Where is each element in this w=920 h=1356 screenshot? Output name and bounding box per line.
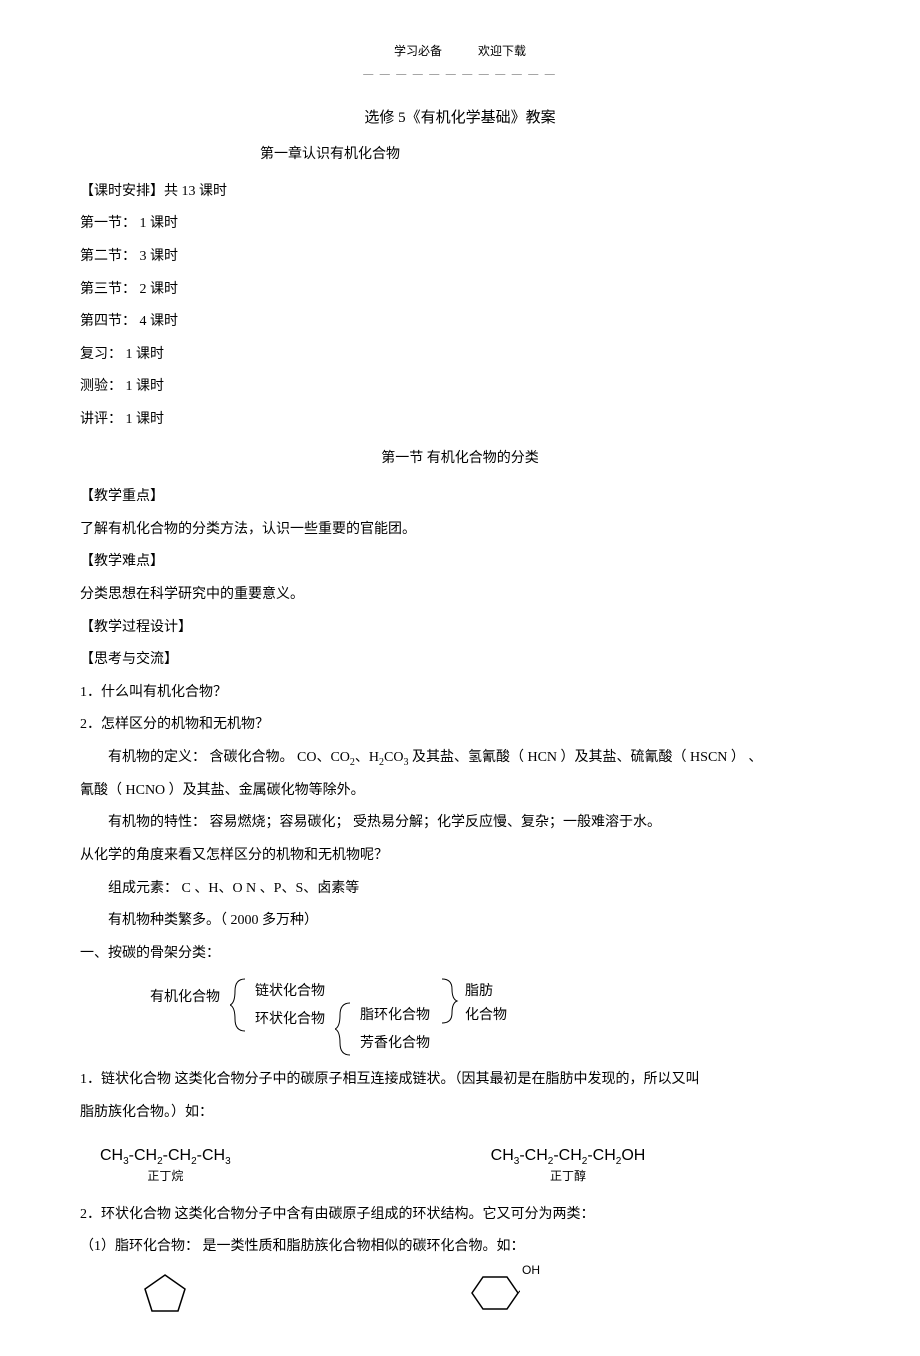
oh-label: OH (522, 1259, 540, 1282)
formula-row: CH3-CH2-CH2-CH3 正丁烷 CH3-CH2-CH2-CH2OH 正丁… (80, 1141, 840, 1188)
schedule-item: 测验： 1 课时 (80, 374, 840, 401)
cls-chain: 链状化合物 (255, 979, 325, 1006)
section-title: 第一节 有机化合物的分类 (80, 446, 840, 473)
teaching-focus-heading: 【教学重点】 (80, 484, 840, 511)
brace-icon (335, 1001, 355, 1057)
category-1-heading: 一、按碳的骨架分类： (80, 941, 840, 968)
shapes-row: OH (140, 1271, 840, 1316)
header-left: 学习必备 (394, 44, 442, 58)
cls-fat-2: 化合物 (465, 1003, 507, 1030)
cls-aromatic: 芳香化合物 (360, 1031, 430, 1058)
question-2: 2．怎样区分的机物和无机物？ (80, 712, 840, 739)
classification-diagram: 有机化合物 链状化合物 环状化合物 脂环化合物 芳香化合物 脂肪 化合物 (150, 977, 840, 1057)
schedule-item: 复习： 1 课时 (80, 342, 840, 369)
chapter-title: 第一章认识有机化合物 (260, 142, 840, 169)
cls-fat-1: 脂肪 (465, 979, 493, 1006)
header-underline: — — — — — — — — — — — — (80, 65, 840, 84)
schedule-item: 第二节： 3 课时 (80, 244, 840, 271)
properties-line: 有机物的特性： 容易燃烧；容易碳化； 受热易分解；化学反应慢、复杂；一般难溶于水… (80, 810, 840, 837)
schedule-item: 第一节： 1 课时 (80, 211, 840, 238)
schedule-item: 讲评： 1 课时 (80, 407, 840, 434)
document-title: 选修 5《有机化学基础》教案 (80, 104, 840, 133)
butanol-formula: CH3-CH2-CH2-CH2OH 正丁醇 (491, 1141, 646, 1188)
cls-root: 有机化合物 (150, 985, 220, 1012)
teaching-process-heading: 【教学过程设计】 (80, 615, 840, 642)
butane-formula: CH3-CH2-CH2-CH3 正丁烷 (100, 1141, 231, 1188)
alicyclic-definition: （1）脂环化合物： 是一类性质和脂肪族化合物相似的碳环化合物。如： (80, 1234, 840, 1261)
definition-line-1: 有机物的定义： 含碳化合物。 CO、CO2、H2CO3 及其盐、氢氰酸（ HCN… (80, 745, 840, 772)
question-3: 从化学的角度来看又怎样区分的机物和无机物呢？ (80, 843, 840, 870)
brace-close-icon (440, 977, 460, 1025)
chain-definition-1: 1．链状化合物 这类化合物分子中的碳原子相互连接成链状。（因其最初是在脂肪中发现… (80, 1067, 840, 1094)
chain-definition-2: 脂肪族化合物。）如： (80, 1100, 840, 1127)
cls-alicyclic: 脂环化合物 (360, 1003, 430, 1030)
definition-line-2: 氰酸（ HCNO ）及其盐、金属碳化物等除外。 (80, 778, 840, 805)
header-right: 欢迎下载 (478, 44, 526, 58)
ring-definition: 2．环状化合物 这类化合物分子中含有由碳原子组成的环状结构。它又可分为两类： (80, 1202, 840, 1229)
variety-line: 有机物种类繁多。（ 2000 多万种） (80, 908, 840, 935)
schedule-heading: 【课时安排】共 13 课时 (80, 179, 840, 206)
pentagon-icon (140, 1271, 190, 1316)
hexagon-icon (470, 1271, 520, 1316)
composition-line: 组成元素： C 、H、O N 、P、S、卤素等 (80, 876, 840, 903)
think-discuss-heading: 【思考与交流】 (80, 647, 840, 674)
schedule-item: 第四节： 4 课时 (80, 309, 840, 336)
schedule-item: 第三节： 2 课时 (80, 277, 840, 304)
teaching-focus: 了解有机化合物的分类方法，认识一些重要的官能团。 (80, 517, 840, 544)
teaching-difficulty-heading: 【教学难点】 (80, 549, 840, 576)
question-1: 1．什么叫有机化合物？ (80, 680, 840, 707)
page-header: 学习必备 欢迎下载 (80, 40, 840, 63)
cls-ring: 环状化合物 (255, 1007, 325, 1034)
teaching-difficulty: 分类思想在科学研究中的重要意义。 (80, 582, 840, 609)
brace-icon (230, 977, 250, 1033)
